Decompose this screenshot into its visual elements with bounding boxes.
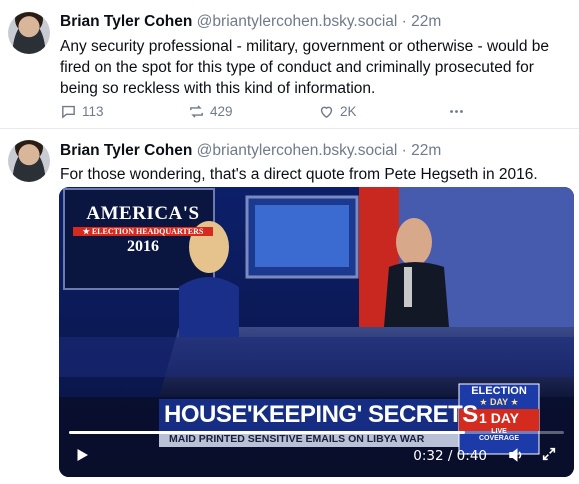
play-icon — [77, 449, 88, 461]
like-button[interactable]: 2K — [318, 103, 357, 120]
post-header: Brian Tyler Cohen @briantylercohen.bsky.… — [60, 13, 441, 31]
separator: · — [397, 142, 412, 159]
logo-line-1: AMERICA'S — [86, 203, 200, 224]
avatar[interactable] — [8, 12, 50, 54]
video-controls: 0:32 / 0:40 — [59, 427, 574, 477]
badge-day: ★ DAY ★ — [479, 397, 519, 407]
author-handle[interactable]: @briantylercohen.bsky.social — [197, 13, 398, 30]
more-options-button[interactable] — [448, 103, 465, 120]
chyron-headline: HOUSE'KEEPING' SECRETS — [164, 401, 478, 428]
heart-icon — [320, 106, 333, 119]
post-text: Any security professional - military, go… — [60, 38, 550, 97]
author-handle[interactable]: @briantylercohen.bsky.social — [197, 142, 398, 159]
repost-icon — [190, 105, 203, 118]
separator: · — [397, 13, 412, 30]
avatar[interactable] — [8, 140, 50, 182]
fullscreen-icon — [542, 447, 556, 461]
volume-icon — [509, 448, 522, 462]
post-1: Brian Tyler Cohen @briantylercohen.bsky.… — [0, 0, 579, 130]
progress-bar[interactable] — [69, 431, 564, 434]
progress-fill — [69, 431, 465, 434]
repost-count: 429 — [210, 104, 233, 119]
network-logo: AMERICA'S ★ ELECTION HEADQUARTERS 2016 — [73, 203, 213, 256]
reply-icon — [62, 105, 75, 119]
repost-button[interactable]: 429 — [188, 103, 233, 120]
post-header: Brian Tyler Cohen @briantylercohen.bsky.… — [60, 142, 441, 160]
reply-count: 113 — [82, 104, 104, 119]
post-actions: 113 429 2K — [60, 103, 480, 123]
more-icon — [450, 110, 463, 113]
video-player[interactable]: AMERICA'S ★ ELECTION HEADQUARTERS 2016 H… — [59, 187, 574, 477]
time-display: 0:32 / 0:40 — [413, 448, 487, 464]
author-name[interactable]: Brian Tyler Cohen — [60, 13, 192, 30]
post-time[interactable]: 22m — [411, 13, 441, 30]
play-button[interactable] — [73, 446, 91, 469]
logo-year: 2016 — [127, 238, 159, 255]
logo-line-2: ★ ELECTION HEADQUARTERS — [73, 227, 213, 236]
post-text: For those wondering, that's a direct quo… — [60, 166, 538, 183]
like-count: 2K — [340, 104, 357, 119]
badge-title: ELECTION — [471, 385, 527, 397]
reply-button[interactable]: 113 — [60, 103, 104, 120]
author-name[interactable]: Brian Tyler Cohen — [60, 142, 192, 159]
fullscreen-button[interactable] — [541, 446, 557, 467]
badge-count: 1 DAY — [479, 410, 519, 426]
mute-button[interactable] — [506, 446, 526, 469]
post-time[interactable]: 22m — [411, 142, 441, 159]
